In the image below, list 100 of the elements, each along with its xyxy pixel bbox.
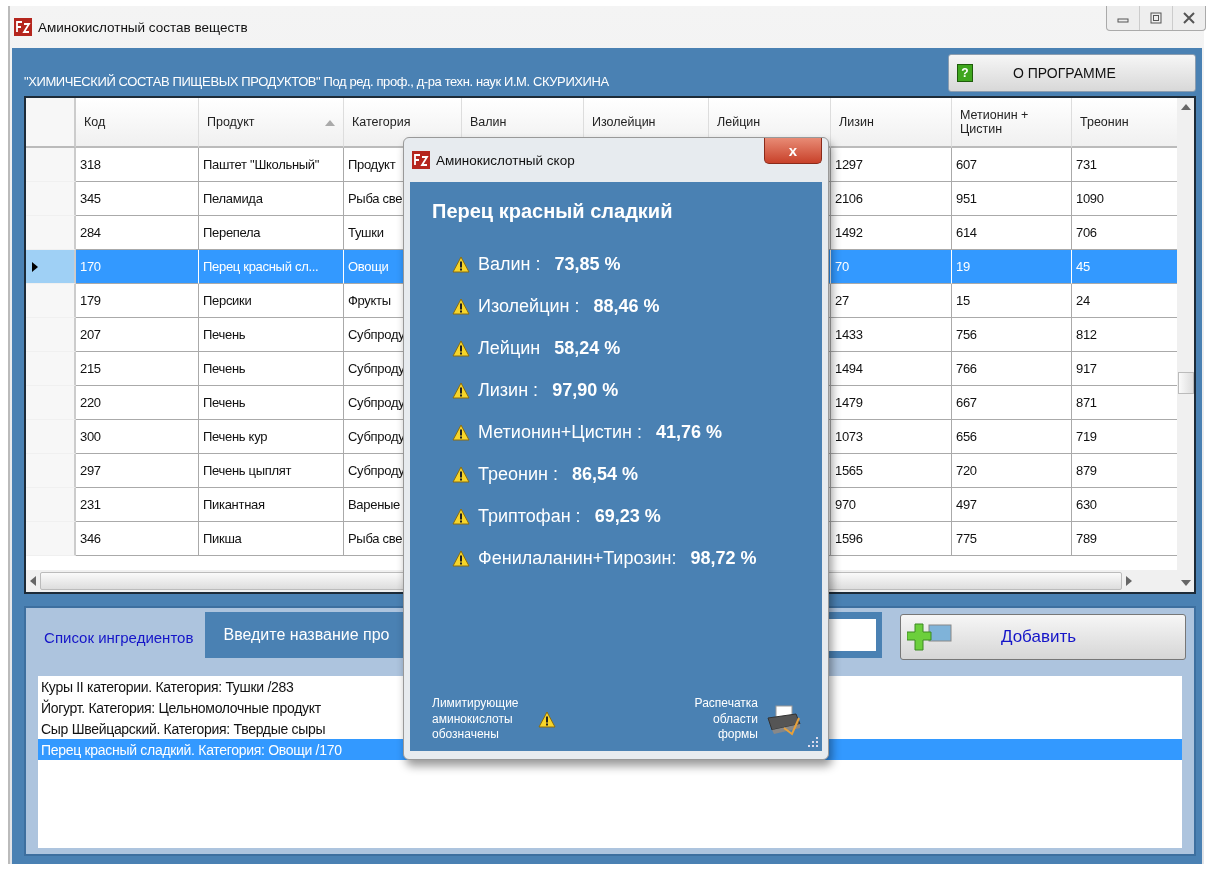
amino-acid-name: Лизин : bbox=[478, 379, 539, 401]
scroll-thumb[interactable] bbox=[1177, 372, 1194, 394]
row-header[interactable] bbox=[26, 284, 76, 318]
row-header[interactable] bbox=[26, 318, 76, 352]
table-cell: 607 bbox=[952, 148, 1072, 182]
row-header[interactable] bbox=[26, 250, 76, 284]
table-cell: 220 bbox=[76, 386, 199, 420]
column-header[interactable]: Лизин bbox=[831, 98, 952, 148]
vertical-scrollbar[interactable] bbox=[1177, 98, 1194, 592]
table-cell: Пеламида bbox=[199, 182, 344, 216]
row-header[interactable] bbox=[26, 488, 76, 522]
column-header[interactable]: Продукт bbox=[199, 98, 344, 148]
table-cell: 970 bbox=[831, 488, 952, 522]
table-cell: 775 bbox=[952, 522, 1072, 556]
amino-acid-name: Валин : bbox=[478, 253, 541, 275]
row-header[interactable] bbox=[26, 148, 76, 182]
table-cell: 766 bbox=[952, 352, 1072, 386]
row-header[interactable] bbox=[26, 522, 76, 556]
scroll-left-icon[interactable] bbox=[30, 576, 36, 586]
table-cell: 297 bbox=[76, 454, 199, 488]
warning-icon bbox=[538, 711, 556, 729]
close-button[interactable]: x bbox=[764, 138, 822, 164]
amino-acid-name: Треонин : bbox=[478, 463, 558, 485]
row-header[interactable] bbox=[26, 454, 76, 488]
table-cell: 207 bbox=[76, 318, 199, 352]
table-cell: Печень кур bbox=[199, 420, 344, 454]
table-cell: 1565 bbox=[831, 454, 952, 488]
table-cell: 27 bbox=[831, 284, 952, 318]
amino-acid-name: Фенилаланин+Тирозин: bbox=[478, 547, 677, 569]
score-value: 58,24 % bbox=[554, 337, 621, 359]
amino-acid-name: Лейцин bbox=[478, 337, 541, 359]
score-value: 97,90 % bbox=[552, 379, 619, 401]
table-cell: Печень bbox=[199, 352, 344, 386]
app-logo-icon bbox=[412, 151, 430, 169]
amino-acid-name: Триптофан : bbox=[478, 505, 581, 527]
table-cell: 756 bbox=[952, 318, 1072, 352]
window-title: Аминокислотный состав веществ bbox=[38, 19, 248, 35]
row-header[interactable] bbox=[26, 352, 76, 386]
row-header[interactable] bbox=[26, 182, 76, 216]
table-cell: 45 bbox=[1072, 250, 1178, 284]
printer-icon[interactable] bbox=[766, 703, 802, 736]
table-cell: 318 bbox=[76, 148, 199, 182]
scroll-down-icon[interactable] bbox=[1180, 580, 1191, 586]
print-label: Распечатка области формы bbox=[693, 696, 758, 743]
row-header[interactable] bbox=[26, 386, 76, 420]
sort-arrow-icon bbox=[325, 120, 335, 126]
ingredient-item[interactable]: Йогурт. Категория: Цельномолочные продукт bbox=[38, 697, 324, 718]
table-cell: 720 bbox=[952, 454, 1072, 488]
table-cell: 656 bbox=[952, 420, 1072, 454]
table-cell: Печень bbox=[199, 386, 344, 420]
product-name-label: Введите название про bbox=[223, 626, 390, 644]
column-header[interactable]: Категория bbox=[344, 98, 462, 148]
amino-acid-name: Изолейцин : bbox=[478, 295, 580, 317]
table-cell: 1596 bbox=[831, 522, 952, 556]
score-value: 73,85 % bbox=[554, 253, 621, 275]
table-cell: 19 bbox=[952, 250, 1072, 284]
current-row-icon bbox=[32, 261, 38, 272]
column-header[interactable]: Код bbox=[76, 98, 199, 148]
table-cell: 1073 bbox=[831, 420, 952, 454]
table-cell: 231 bbox=[76, 488, 199, 522]
table-cell: Печень цыплят bbox=[199, 454, 344, 488]
table-cell: 345 bbox=[76, 182, 199, 216]
resize-grip-icon[interactable] bbox=[808, 737, 818, 747]
row-header[interactable] bbox=[26, 216, 76, 250]
table-cell: 179 bbox=[76, 284, 199, 318]
table-cell: 1494 bbox=[831, 352, 952, 386]
score-value: 88,46 % bbox=[593, 295, 660, 317]
table-cell: 1479 bbox=[831, 386, 952, 420]
table-cell: Печень bbox=[199, 318, 344, 352]
table-cell: 15 bbox=[952, 284, 1072, 318]
column-header[interactable]: Метионин + Цистин bbox=[952, 98, 1072, 148]
table-cell: Пикша bbox=[199, 522, 344, 556]
score-value: 69,23 % bbox=[594, 505, 661, 527]
table-cell: 70 bbox=[831, 250, 952, 284]
app-logo-icon bbox=[14, 18, 32, 36]
table-cell: 667 bbox=[952, 386, 1072, 420]
table-cell: 300 bbox=[76, 420, 199, 454]
ingredient-item[interactable]: Куры II категории. Категория: Тушки /283 bbox=[38, 676, 297, 697]
score-value: 98,72 % bbox=[690, 547, 757, 569]
score-value: 41,76 % bbox=[656, 421, 723, 443]
table-cell: Персики bbox=[199, 284, 344, 318]
table-cell: 1433 bbox=[831, 318, 952, 352]
add-button[interactable]: Добавить bbox=[899, 614, 1186, 660]
table-cell: Паштет "Школьный" bbox=[199, 148, 344, 182]
score-value: 86,54 % bbox=[571, 463, 639, 485]
table-cell: 1297 bbox=[831, 148, 952, 182]
about-button[interactable]: ? О ПРОГРАММЕ bbox=[948, 54, 1196, 92]
table-cell: 170 bbox=[76, 250, 199, 284]
ingredient-item[interactable]: Сыр Швейцарский. Категория: Твердые сыры bbox=[38, 718, 329, 739]
table-cell: 215 bbox=[76, 352, 199, 386]
table-cell: 346 bbox=[76, 522, 199, 556]
table-cell: 497 bbox=[952, 488, 1072, 522]
scroll-up-icon[interactable] bbox=[1180, 104, 1191, 110]
row-header[interactable] bbox=[26, 420, 76, 454]
table-cell: 2106 bbox=[831, 182, 952, 216]
table-cell: 951 bbox=[952, 182, 1072, 216]
scroll-right-icon[interactable] bbox=[1126, 576, 1132, 586]
help-icon: ? bbox=[957, 64, 973, 82]
book-title: "ХИМИЧЕСКИЙ СОСТАВ ПИЩЕВЫХ ПРОДУКТОВ" Под ред. проф., д-ра техн. наук И.М. СКУРИХИНА bbox=[24, 74, 609, 91]
legend-text: Лимитирующие аминокислоты обозначены bbox=[432, 696, 520, 743]
